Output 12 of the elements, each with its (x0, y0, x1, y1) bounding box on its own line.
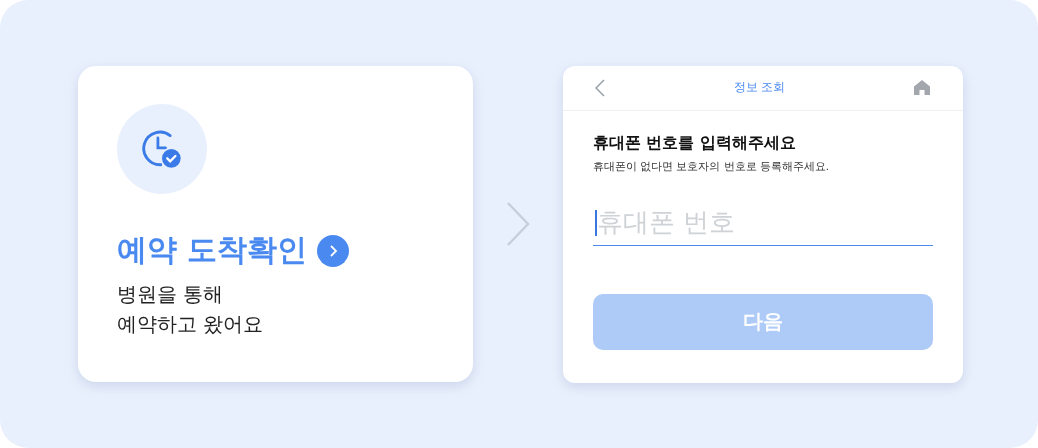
chevron-right-icon (504, 201, 531, 247)
chevron-button[interactable] (316, 234, 349, 267)
home-icon[interactable] (914, 80, 931, 95)
card-title: 예약 도착확인 (116, 231, 307, 269)
header-title: 정보 조회 (733, 79, 786, 96)
card-description: 예약하고 왔어요 (116, 311, 264, 338)
heading: 휴대폰 번호를 입력해주세요 (592, 132, 797, 154)
option-card[interactable]: 예약 도착확인 병원을 통해 예약하고 왔어요 (77, 66, 473, 382)
back-icon[interactable] (594, 78, 605, 97)
subheading: 휴대폰이 없다면 보호자의 번호로 등록해주세요. (592, 159, 831, 174)
card-description: 병원을 통해 (116, 281, 224, 308)
clock-check-icon (140, 128, 183, 170)
